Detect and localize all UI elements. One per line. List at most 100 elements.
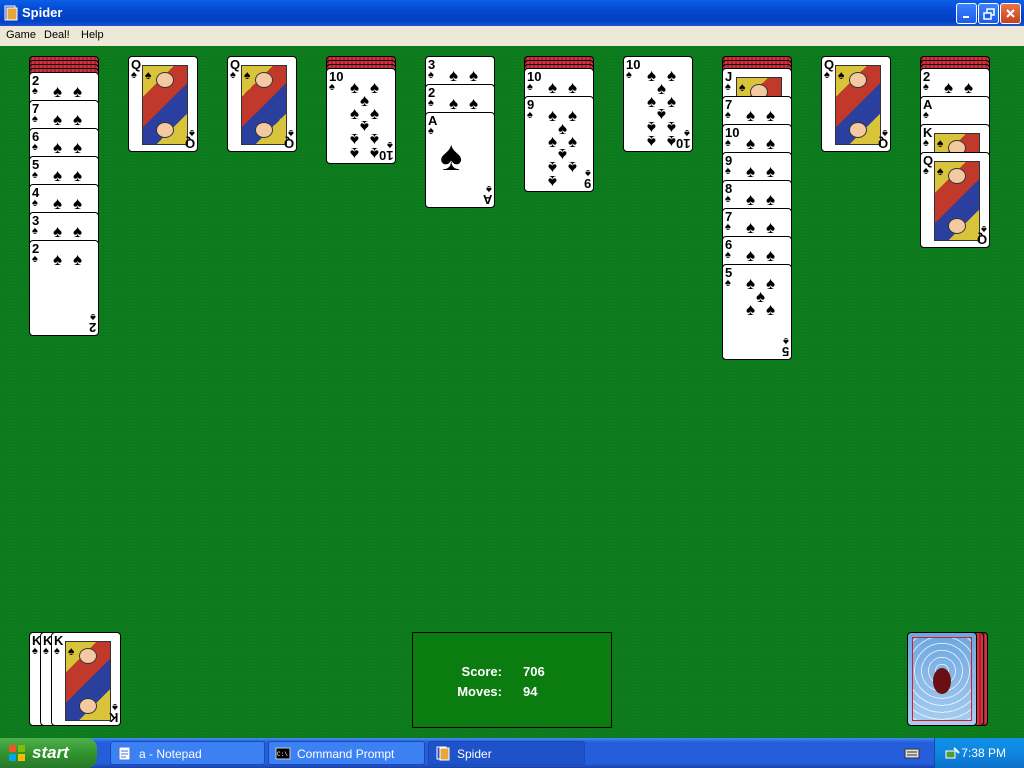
title-bar: Spider (0, 0, 1024, 26)
face-card-art: ♠ (142, 65, 188, 145)
spade-icon: ♠ (558, 145, 568, 164)
spade-icon: ♠ (725, 221, 731, 233)
spade-icon: ♠ (527, 81, 533, 93)
window-title: Spider (22, 5, 63, 20)
spade-icon: ♠ (548, 106, 558, 125)
spade-icon: ♠ (449, 94, 459, 113)
keyboard-icon[interactable] (904, 746, 920, 760)
task-label: Spider (457, 747, 492, 761)
spider-icon (933, 668, 951, 694)
minimize-button[interactable] (956, 3, 977, 24)
completed-king-card[interactable]: K♠♠K♠ (51, 632, 121, 726)
spade-icon: ♠ (657, 79, 667, 98)
spade-icon: ♠ (244, 68, 251, 82)
task-notepad[interactable]: a - Notepad (110, 741, 265, 765)
spade-icon: ♠ (350, 78, 360, 97)
playing-card[interactable]: 10♠♠♠♠♠♠♠♠♠♠♠10♠ (326, 68, 396, 164)
spade-icon: ♠ (230, 69, 236, 81)
face-card-art: ♠ (65, 641, 111, 721)
playing-card[interactable]: 10♠♠♠♠♠♠♠♠♠♠♠10♠ (623, 56, 693, 152)
spade-icon: ♠ (944, 78, 954, 97)
spade-icon: ♠ (53, 194, 63, 213)
menu-help[interactable]: Help (81, 29, 104, 41)
playing-card[interactable]: 9♠♠♠♠♠♠♠♠♠♠9♠ (524, 96, 594, 192)
minimize-icon (962, 15, 969, 18)
face-head (948, 168, 966, 184)
playing-card[interactable]: 2♠♠♠2♠ (29, 240, 99, 336)
playing-card[interactable]: Q ♠ ♠ Q ♠ (128, 56, 198, 152)
playing-card[interactable]: Q ♠ ♠ Q ♠ (920, 152, 990, 248)
spade-icon: ♠ (548, 172, 558, 191)
svg-text:C:\: C:\ (277, 751, 288, 758)
face-head (849, 122, 867, 138)
spade-icon: ♠ (370, 144, 380, 163)
spade-icon: ♠ (32, 645, 38, 657)
face-head (948, 218, 966, 234)
task-spider[interactable]: Spider (428, 741, 585, 765)
playing-card[interactable]: 5♠♠♠♠♠♠5♠ (722, 264, 792, 360)
game-table: 2♠♠♠2♠7♠♠♠♠♠♠♠♠7♠6♠♠♠♠♠♠♠6♠5♠♠♠♠♠♠5♠4♠♠♠… (0, 46, 1024, 738)
spade-icon: ♠ (746, 106, 756, 125)
spade-icon: ♠ (964, 78, 974, 97)
face-head (156, 122, 174, 138)
spade-icon: ♠ (684, 127, 690, 139)
spade-icon: ♠ (548, 78, 558, 97)
face-head (156, 72, 174, 88)
spade-icon: ♠ (350, 144, 360, 163)
spade-icon: ♠ (766, 106, 776, 125)
close-button[interactable] (1000, 3, 1021, 24)
spade-icon: ♠ (73, 250, 83, 269)
restore-button[interactable] (978, 3, 999, 24)
score-value: 706 (523, 664, 545, 679)
spade-icon: ♠ (32, 197, 38, 209)
spade-icon: ♠ (449, 66, 459, 85)
spade-icon: ♠ (350, 104, 360, 123)
menu-game[interactable]: Game (6, 29, 36, 41)
spade-icon: ♠ (428, 125, 434, 137)
spade-icon: ♠ (923, 109, 929, 121)
face-card-art: ♠ (934, 161, 980, 241)
spade-icon: ♠ (647, 132, 657, 151)
spade-icon: ♠ (53, 166, 63, 185)
spade-icon: ♠ (725, 81, 731, 93)
spider-app-icon (4, 5, 18, 21)
start-button[interactable]: start (0, 738, 97, 768)
spade-icon: ♠ (882, 127, 888, 139)
spade-icon: ♠ (725, 109, 731, 121)
spade-icon: ♠ (746, 134, 756, 153)
moves-value: 94 (523, 684, 538, 699)
start-label: start (32, 743, 69, 762)
playing-card[interactable]: A♠♠A♠ (425, 112, 495, 208)
spade-icon: ♠ (766, 162, 776, 181)
spade-icon: ♠ (53, 110, 63, 129)
spade-icon: ♠ (145, 68, 152, 82)
task-command-prompt[interactable]: C:\ Command Prompt (268, 741, 425, 765)
face-head (79, 648, 97, 664)
spade-icon: ♠ (486, 183, 492, 195)
spade-icon: ♠ (68, 644, 75, 658)
playing-card[interactable]: Q ♠ ♠ Q ♠ (821, 56, 891, 152)
spade-icon: ♠ (360, 91, 370, 110)
spade-icon: ♠ (647, 92, 657, 111)
system-tray: 7:38 PM (934, 738, 1024, 768)
menu-deal[interactable]: Deal! (44, 29, 70, 41)
spade-icon: ♠ (647, 66, 657, 85)
spade-icon: ♠ (746, 274, 756, 293)
spade-icon: ♠ (667, 66, 677, 85)
spade-icon: ♠ (657, 105, 667, 124)
network-icon[interactable] (945, 745, 961, 761)
spade-icon: ♠ (746, 162, 756, 181)
spade-icon: ♠ (725, 277, 731, 289)
playing-card[interactable]: Q ♠ ♠ Q ♠ (227, 56, 297, 152)
stock-card-top[interactable] (907, 632, 977, 726)
face-head (255, 122, 273, 138)
spade-icon: ♠ (838, 68, 845, 82)
spade-icon: ♠ (387, 139, 393, 151)
spade-icon: ♠ (568, 106, 578, 125)
spade-icon: ♠ (469, 94, 479, 113)
score-panel[interactable]: Score: 706 Moves: 94 (412, 632, 612, 728)
spade-icon: ♠ (189, 127, 195, 139)
spade-icon: ♠ (558, 119, 568, 138)
spade-icon: ♠ (739, 80, 746, 94)
spade-icon: ♠ (725, 165, 731, 177)
